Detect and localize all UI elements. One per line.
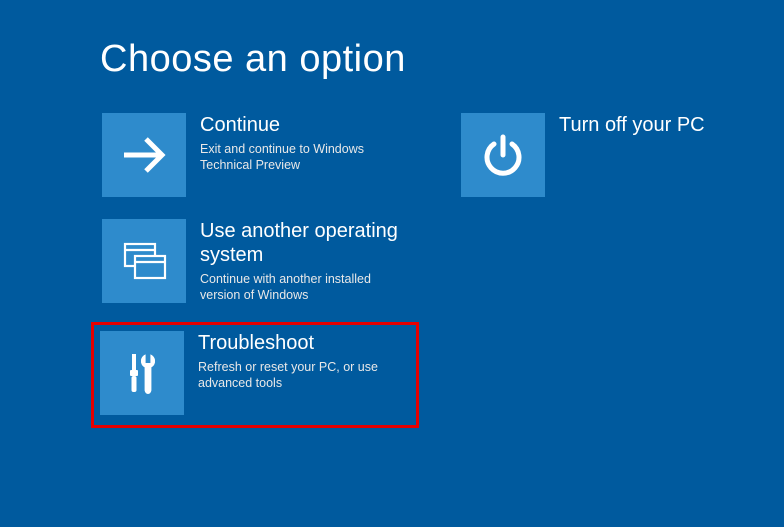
troubleshoot-desc: Refresh or reset your PC, or use advance…: [198, 359, 410, 392]
continue-text: Continue Exit and continue to Windows Te…: [186, 113, 408, 174]
troubleshoot-tile[interactable]: Troubleshoot Refresh or reset your PC, o…: [91, 322, 419, 428]
options-column-left: Continue Exit and continue to Windows Te…: [100, 111, 419, 428]
options-column-right: Turn off your PC: [459, 111, 769, 428]
continue-title: Continue: [200, 113, 408, 137]
turn-off-text: Turn off your PC: [545, 113, 767, 141]
power-icon: [461, 113, 545, 197]
page-title: Choose an option: [100, 38, 784, 81]
arrow-right-icon: [102, 113, 186, 197]
turn-off-tile[interactable]: Turn off your PC: [459, 111, 769, 199]
use-another-os-desc: Continue with another installed version …: [200, 271, 408, 304]
troubleshoot-text: Troubleshoot Refresh or reset your PC, o…: [184, 331, 410, 392]
options-grid: Continue Exit and continue to Windows Te…: [100, 111, 784, 428]
tools-icon: [100, 331, 184, 415]
continue-tile[interactable]: Continue Exit and continue to Windows Te…: [100, 111, 410, 199]
troubleshoot-title: Troubleshoot: [198, 331, 410, 355]
turn-off-title: Turn off your PC: [559, 113, 767, 137]
use-another-os-tile[interactable]: Use another operating system Continue wi…: [100, 217, 410, 306]
use-another-os-title: Use another operating system: [200, 219, 408, 267]
continue-desc: Exit and continue to Windows Technical P…: [200, 141, 408, 174]
use-another-os-text: Use another operating system Continue wi…: [186, 219, 408, 304]
windows-stack-icon: [102, 219, 186, 303]
